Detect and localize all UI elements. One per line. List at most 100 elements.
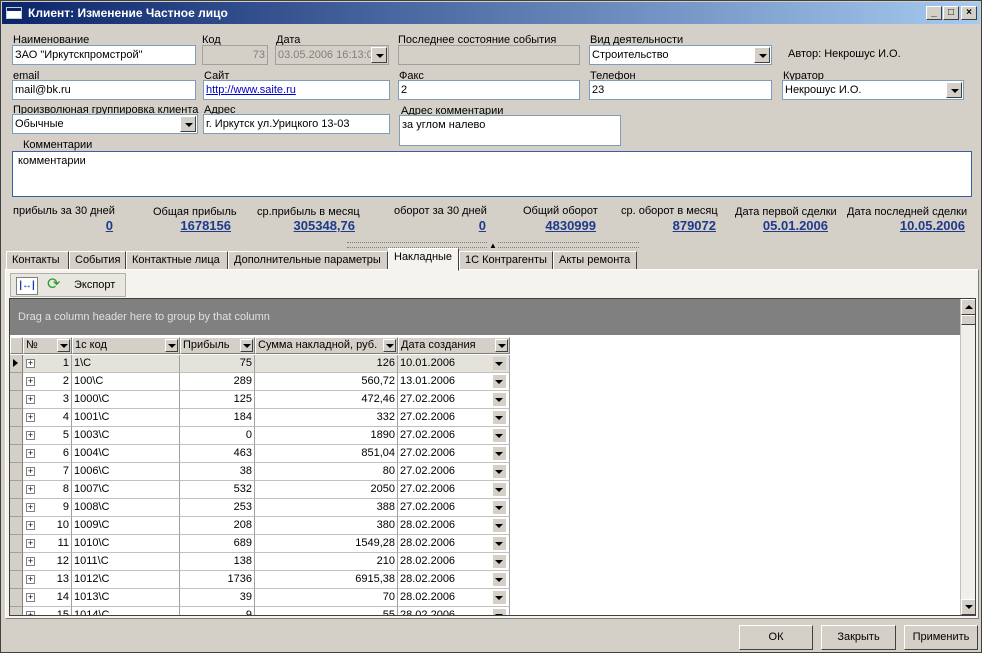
date-dropdown-icon[interactable] [493,393,506,406]
table-cell[interactable]: 851,04 [255,445,398,463]
expand-row-icon[interactable]: + [26,557,35,566]
filter-dropdown-icon[interactable] [495,339,508,352]
tab-contacts[interactable]: Контакты [6,251,69,270]
table-cell[interactable]: 208 [180,517,255,535]
date-dropdown-icon[interactable] [493,537,506,550]
group-dropdown-button[interactable] [180,116,196,132]
fit-columns-icon[interactable]: |↔| [16,277,38,295]
date-dropdown-icon[interactable] [493,429,506,442]
table-cell[interactable]: 1549,28 [255,535,398,553]
maximize-button[interactable]: □ [943,6,959,20]
expand-row-icon[interactable]: + [26,449,35,458]
table-cell[interactable]: 126 [255,355,398,373]
table-cell[interactable]: 138 [180,553,255,571]
expand-row-icon[interactable]: + [26,377,35,386]
tab-contact-persons[interactable]: Контактные лица [126,251,228,270]
column-header-created-date[interactable]: Дата создания [398,337,510,354]
row-indicator[interactable] [10,607,23,615]
site-link[interactable]: http://www.saite.ru [206,84,296,96]
group-select[interactable]: Обычные [12,114,198,134]
expand-row-icon[interactable]: + [26,485,35,494]
table-cell[interactable]: 289 [180,373,255,391]
table-cell[interactable]: 1009\С [72,517,180,535]
scroll-down-button[interactable] [961,599,975,615]
column-header-invoice-sum[interactable]: Сумма накладной, руб. [255,337,398,354]
table-cell[interactable]: 9 [180,607,255,615]
table-cell[interactable]: 210 [255,553,398,571]
table-cell[interactable]: 332 [255,409,398,427]
column-header-1c-code[interactable]: 1с код [72,337,180,354]
table-row[interactable]: 3 +1000\С 125 472,46 27.02.2006 [10,391,510,409]
apply-button[interactable]: Применить [904,625,978,650]
table-cell[interactable]: 2050 [255,481,398,499]
ok-button[interactable]: ОК [739,625,813,650]
date-dropdown-icon[interactable] [493,501,506,514]
row-indicator[interactable] [10,373,23,391]
table-cell[interactable]: 463 [180,445,255,463]
group-by-area[interactable]: Drag a column header here to group by th… [10,299,960,335]
table-cell[interactable]: 1\С [72,355,180,373]
expand-row-icon[interactable]: + [26,521,35,530]
tab-additional-params[interactable]: Дополнительные параметры [228,251,388,270]
close-window-button[interactable]: × [961,6,977,20]
export-button[interactable]: Экспорт [74,279,115,291]
expand-row-icon[interactable]: + [26,431,35,440]
table-row[interactable]: 4 +1001\С 184 332 27.02.2006 [10,409,510,427]
table-cell[interactable]: 55 [255,607,398,615]
tab-repair-acts[interactable]: Акты ремонта [553,251,637,270]
date-dropdown-icon[interactable] [493,375,506,388]
table-cell[interactable]: 1004\С [72,445,180,463]
row-indicator[interactable] [10,445,23,463]
row-indicator[interactable] [10,535,23,553]
address-comment-field[interactable]: за углом налево [399,115,621,146]
stat-value-turnover-30[interactable]: 0 [441,218,486,233]
table-cell[interactable]: 0 [180,427,255,445]
expand-row-icon[interactable]: + [26,539,35,548]
table-cell[interactable]: 1890 [255,427,398,445]
row-indicator[interactable] [10,517,23,535]
table-cell[interactable]: 532 [180,481,255,499]
table-cell[interactable]: 184 [180,409,255,427]
tab-1c-counterparties[interactable]: 1С Контрагенты [459,251,553,270]
date-dropdown-icon[interactable] [493,519,506,532]
table-cell[interactable]: 1012\С [72,571,180,589]
scroll-thumb[interactable] [961,315,975,325]
expand-row-icon[interactable]: + [26,359,35,368]
filter-dropdown-icon[interactable] [57,339,70,352]
table-cell[interactable]: 388 [255,499,398,517]
scroll-up-button[interactable] [961,299,975,315]
table-cell[interactable]: 6915,38 [255,571,398,589]
stat-value-total-turnover[interactable]: 4830999 [526,218,596,233]
phone-field[interactable]: 23 [589,80,772,100]
row-indicator[interactable] [10,409,23,427]
table-row[interactable]: 15 +1014\С 9 55 28.02.2006 [10,607,510,615]
table-cell[interactable]: 80 [255,463,398,481]
row-indicator[interactable] [10,553,23,571]
table-cell[interactable]: 560,72 [255,373,398,391]
table-cell[interactable]: 1010\С [72,535,180,553]
table-row[interactable]: 2 +100\С 289 560,72 13.01.2006 [10,373,510,391]
expand-row-icon[interactable]: + [26,413,35,422]
table-cell[interactable]: 253 [180,499,255,517]
table-cell[interactable]: 125 [180,391,255,409]
column-header-profit[interactable]: Прибыль [180,337,255,354]
date-dropdown-icon[interactable] [493,609,506,615]
name-field[interactable]: ЗАО "Иркутскпромстрой" [12,45,196,65]
table-cell[interactable]: 70 [255,589,398,607]
table-cell[interactable]: 100\С [72,373,180,391]
date-dropdown-icon[interactable] [493,465,506,478]
row-indicator[interactable] [10,571,23,589]
table-cell[interactable]: 1003\С [72,427,180,445]
table-row[interactable]: 9 +1008\С 253 388 27.02.2006 [10,499,510,517]
date-dropdown-icon[interactable] [493,573,506,586]
table-cell[interactable]: 38 [180,463,255,481]
stat-value-avg-turnover[interactable]: 879072 [641,218,716,233]
table-cell[interactable]: 1000\С [72,391,180,409]
row-indicator[interactable] [10,391,23,409]
expand-row-icon[interactable]: + [26,467,35,476]
column-header-number[interactable]: № [23,337,72,354]
curator-dropdown-button[interactable] [946,82,962,98]
table-row[interactable]: 6 +1004\С 463 851,04 27.02.2006 [10,445,510,463]
table-cell[interactable]: 75 [180,355,255,373]
expand-row-icon[interactable]: + [26,611,35,615]
